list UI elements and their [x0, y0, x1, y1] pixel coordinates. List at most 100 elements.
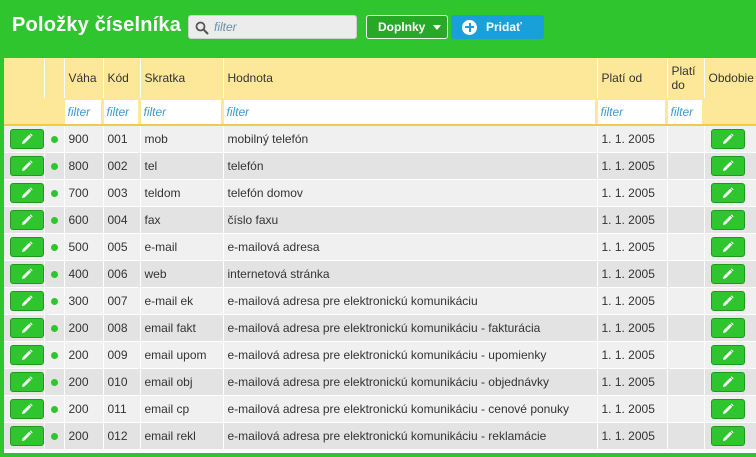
table-row[interactable]: 500 005 e-mail e-mailová adresa 1. 1. 2005 [4, 233, 756, 261]
col-header-obdobie[interactable]: Obdobie [704, 58, 756, 98]
cell-vaha: 300 [64, 287, 104, 315]
table-row[interactable]: 600 004 fax číslo faxu 1. 1. 2005 [4, 206, 756, 234]
addons-dropdown-button[interactable]: Doplnky [366, 15, 448, 39]
status-dot [50, 216, 58, 224]
pencil-icon [722, 402, 734, 415]
table-body: 900 001 mob mobilný telefón 1. 1. 2005 800 002… [4, 125, 756, 450]
period-edit-button[interactable] [710, 128, 745, 149]
table-row[interactable]: 400 006 web internetová stránka 1. 1. 2005 [4, 260, 756, 288]
edit-cell [4, 395, 45, 423]
filter-cell-skratka: filter [140, 98, 224, 125]
period-edit-button[interactable] [710, 317, 745, 338]
pencil-icon [21, 294, 33, 307]
search-box[interactable] [188, 15, 357, 39]
cell-kod: 004 [103, 206, 141, 234]
edit-button[interactable] [10, 182, 43, 203]
cell-skratka: mob [140, 125, 224, 153]
edit-button[interactable] [10, 155, 43, 176]
period-edit-button[interactable] [710, 290, 745, 311]
edit-button[interactable] [10, 344, 43, 365]
cell-hodnota: číslo faxu [223, 206, 598, 234]
filter-cell-plati-od: filter [597, 98, 668, 125]
status-cell [44, 422, 65, 450]
period-edit-button[interactable] [710, 236, 745, 257]
col-header-status [44, 58, 65, 98]
search-icon [195, 21, 209, 35]
search-input[interactable] [214, 18, 352, 36]
status-cell [44, 206, 65, 234]
edit-button[interactable] [10, 371, 43, 392]
status-cell [44, 125, 65, 153]
cell-hodnota: e-mailová adresa [223, 233, 598, 261]
cell-plati-do [667, 314, 705, 342]
edit-button[interactable] [10, 290, 43, 311]
filter-input-skratka[interactable]: filter [140, 99, 221, 124]
table-row[interactable]: 800 002 tel telefón 1. 1. 2005 [4, 152, 756, 180]
table-row[interactable]: 300 007 e-mail ek e-mailová adresa pre elek… [4, 287, 756, 315]
edit-button[interactable] [10, 317, 43, 338]
table-row[interactable]: 200 009 email upom e-mailová adresa pre ele… [4, 341, 756, 369]
pencil-icon [21, 267, 33, 280]
cell-vaha: 200 [64, 395, 104, 423]
period-cell [704, 233, 756, 261]
filter-input-vaha[interactable]: filter [64, 99, 101, 124]
period-edit-button[interactable] [710, 182, 745, 203]
period-edit-button[interactable] [710, 155, 745, 176]
cell-skratka: email rekl [140, 422, 224, 450]
cell-plati-do [667, 422, 705, 450]
table-row[interactable]: 900 001 mob mobilný telefón 1. 1. 2005 [4, 125, 756, 153]
cell-plati-od: 1. 1. 2005 [597, 395, 668, 423]
period-edit-button[interactable] [710, 344, 745, 365]
add-button[interactable]: Pridať [451, 15, 544, 39]
filter-input-kod[interactable]: filter [103, 99, 138, 124]
filter-cell-hodnota: filter [223, 98, 598, 125]
table-row[interactable]: 700 003 teldom telefón domov 1. 1. 2005 [4, 179, 756, 207]
filter-input-plati-do[interactable]: filter [667, 99, 702, 124]
cell-vaha: 200 [64, 314, 104, 342]
status-dot [50, 378, 58, 386]
filter-cell-empty [4, 98, 45, 125]
col-header-plati-do[interactable]: Platí do [667, 58, 705, 98]
cell-kod: 007 [103, 287, 141, 315]
cell-plati-do [667, 341, 705, 369]
cell-plati-od: 1. 1. 2005 [597, 152, 668, 180]
filter-input-plati-od[interactable]: filter [597, 99, 665, 124]
period-edit-button[interactable] [710, 398, 745, 419]
cell-plati-od: 1. 1. 2005 [597, 422, 668, 450]
cell-vaha: 200 [64, 368, 104, 396]
period-edit-button[interactable] [710, 371, 745, 392]
col-header-plati-od[interactable]: Platí od [597, 58, 668, 98]
edit-button[interactable] [10, 236, 43, 257]
cell-skratka: email obj [140, 368, 224, 396]
period-edit-button[interactable] [710, 263, 745, 284]
edit-button[interactable] [10, 263, 43, 284]
table-row[interactable]: 200 011 email cp e-mailová adresa pre elekt… [4, 395, 756, 423]
items-table-container: Váha Kód Skratka Hodnota Platí od Platí … [4, 58, 756, 453]
period-edit-button[interactable] [710, 209, 745, 230]
edit-button[interactable] [10, 209, 43, 230]
period-edit-button[interactable] [710, 425, 745, 446]
edit-button[interactable] [10, 398, 43, 419]
edit-button[interactable] [10, 128, 43, 149]
table-row[interactable]: 200 008 email fakt e-mailová adresa pre ele… [4, 314, 756, 342]
cell-kod: 003 [103, 179, 141, 207]
cell-plati-od: 1. 1. 2005 [597, 179, 668, 207]
caret-down-icon [433, 24, 442, 30]
col-header-kod[interactable]: Kód [103, 58, 141, 98]
filter-input-hodnota[interactable]: filter [223, 99, 595, 124]
edit-button[interactable] [10, 425, 43, 446]
cell-hodnota: telefón [223, 152, 598, 180]
status-cell [44, 179, 65, 207]
cell-kod: 012 [103, 422, 141, 450]
status-dot [50, 162, 58, 170]
period-cell [704, 287, 756, 315]
col-header-hodnota[interactable]: Hodnota [223, 58, 598, 98]
col-header-vaha[interactable]: Váha [64, 58, 104, 98]
table-row[interactable]: 200 012 email rekl e-mailová adresa pre ele… [4, 422, 756, 450]
period-cell [704, 314, 756, 342]
cell-vaha: 200 [64, 422, 104, 450]
cell-kod: 005 [103, 233, 141, 261]
table-row[interactable]: 200 010 email obj e-mailová adresa pre elek… [4, 368, 756, 396]
status-dot [50, 324, 58, 332]
col-header-skratka[interactable]: Skratka [140, 58, 224, 98]
